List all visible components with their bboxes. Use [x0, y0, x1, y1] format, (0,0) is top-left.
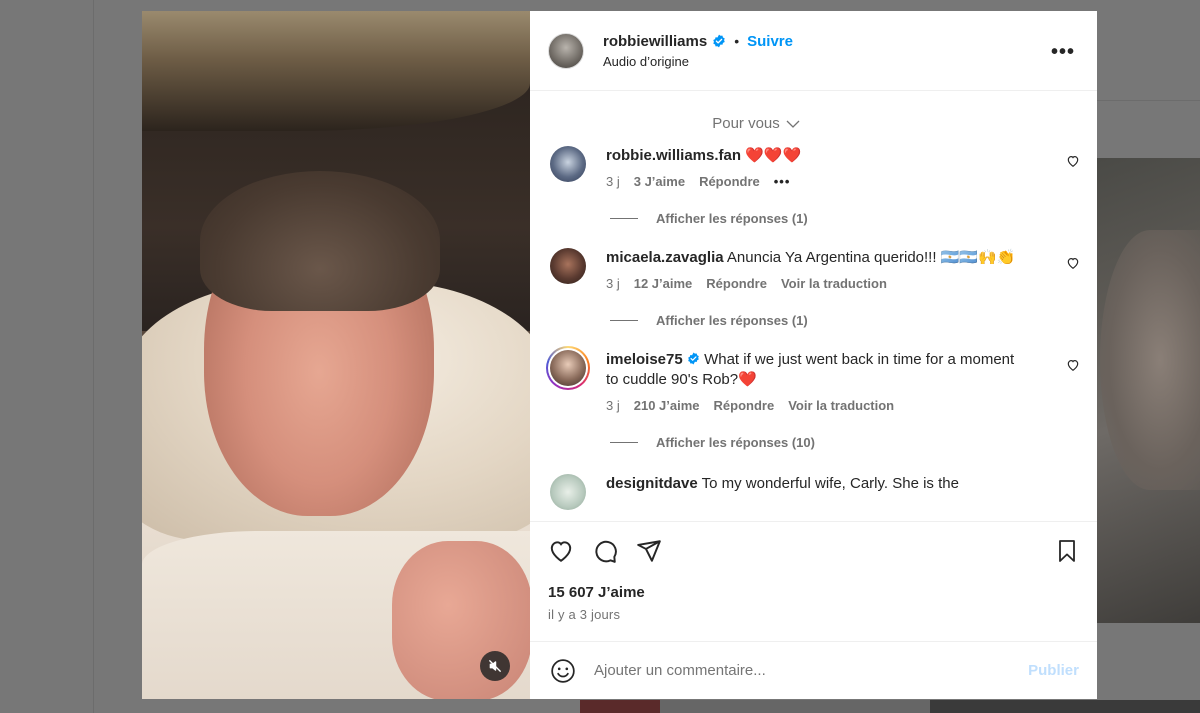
follow-button[interactable]: Suivre	[747, 33, 793, 50]
view-replies-button[interactable]: Afficher les réponses (1)	[610, 211, 1097, 226]
author-avatar[interactable]	[548, 32, 584, 69]
commenter-avatar-story-ring[interactable]	[546, 346, 590, 390]
comment-composer: Publier	[530, 641, 1097, 699]
video-person-hair	[200, 171, 440, 311]
see-translation-button[interactable]: Voir la traduction	[781, 276, 887, 291]
chevron-down-icon	[786, 120, 800, 128]
commenter-username[interactable]: imeloise75	[606, 351, 683, 368]
comment-sort-dropdown[interactable]: Pour vous	[530, 115, 1097, 132]
comment-like-heart-icon[interactable]	[1066, 256, 1080, 270]
view-replies-button[interactable]: Afficher les réponses (10)	[610, 435, 1097, 450]
audio-label[interactable]: Audio d’origine	[603, 54, 793, 69]
author-username[interactable]: robbiewilliams	[603, 33, 707, 50]
post-header: robbiewilliams • Suivre Audio d’origine …	[530, 11, 1097, 91]
see-translation-button[interactable]: Voir la traduction	[788, 398, 894, 413]
reply-button[interactable]: Répondre	[706, 276, 767, 291]
comments-list[interactable]: Pour vous robbie.williams.fan ❤️❤️❤️ 3 j…	[530, 91, 1097, 521]
reply-button[interactable]: Répondre	[699, 174, 760, 189]
comment-bubble-icon[interactable]	[592, 538, 618, 564]
comment-item: micaela.zavaglia Anuncia Ya Argentina qu…	[530, 248, 1097, 291]
view-replies-label: Afficher les réponses (10)	[656, 435, 815, 450]
post-sidebar: robbiewilliams • Suivre Audio d’origine …	[530, 11, 1097, 699]
mute-button[interactable]	[480, 651, 510, 681]
commenter-avatar[interactable]	[550, 474, 586, 510]
speaker-muted-icon	[489, 660, 501, 672]
post-modal: robbiewilliams • Suivre Audio d’origine …	[142, 11, 1097, 699]
commenter-avatar[interactable]	[550, 146, 586, 182]
likes-count[interactable]: 15 607 J’aime	[548, 584, 1079, 601]
view-replies-button[interactable]: Afficher les réponses (1)	[610, 313, 1097, 328]
comment-text: To my wonderful wife, Carly. She is the	[701, 475, 959, 492]
comment-like-heart-icon[interactable]	[1066, 154, 1080, 168]
video-headboard-frame	[142, 11, 530, 131]
video-player[interactable]	[142, 11, 530, 699]
comment-item: designitdave To my wonderful wife, Carly…	[530, 474, 1097, 510]
more-options-button[interactable]: •••	[1051, 41, 1075, 64]
publish-button[interactable]: Publier	[1028, 662, 1079, 679]
comment-age[interactable]: 3 j	[606, 276, 620, 291]
post-actions: 15 607 J’aime il y a 3 jours	[530, 521, 1097, 641]
comment-text: ❤️❤️❤️	[745, 147, 802, 164]
comment-options-button[interactable]: •••	[774, 174, 791, 189]
comment-like-heart-icon[interactable]	[1066, 358, 1080, 372]
commenter-username[interactable]: robbie.williams.fan	[606, 147, 741, 164]
like-heart-icon[interactable]	[548, 538, 574, 564]
video-person-hand	[392, 541, 530, 699]
comment-item: imeloise75 What if we just went back in …	[530, 346, 1097, 413]
commenter-username[interactable]: micaela.zavaglia	[606, 249, 724, 266]
view-replies-label: Afficher les réponses (1)	[656, 313, 808, 328]
comment-likes[interactable]: 3 J’aime	[634, 174, 685, 189]
replies-divider	[610, 442, 638, 443]
reply-button[interactable]: Répondre	[714, 398, 775, 413]
background-thumbnails-row	[580, 700, 1200, 713]
share-paper-plane-icon[interactable]	[636, 538, 662, 564]
comment-input[interactable]	[594, 662, 1029, 679]
comment-likes[interactable]: 210 J’aime	[634, 398, 700, 413]
post-timestamp[interactable]: il y a 3 jours	[548, 607, 1079, 622]
save-bookmark-icon[interactable]	[1055, 538, 1079, 564]
comment-item: robbie.williams.fan ❤️❤️❤️ 3 j 3 J’aime …	[530, 146, 1097, 189]
view-replies-label: Afficher les réponses (1)	[656, 211, 808, 226]
header-separator: •	[734, 33, 740, 49]
comment-age[interactable]: 3 j	[606, 174, 620, 189]
replies-divider	[610, 320, 638, 321]
background-divider	[1097, 100, 1200, 101]
background-thumbnail-face	[1100, 230, 1200, 490]
comment-text: Anuncia Ya Argentina querido!!! 🇦🇷🇦🇷🙌👏	[726, 249, 1016, 266]
verified-badge-icon	[713, 34, 725, 48]
replies-divider	[610, 218, 638, 219]
verified-badge-icon	[688, 352, 699, 365]
comment-age[interactable]: 3 j	[606, 398, 620, 413]
emoji-icon[interactable]	[550, 658, 576, 684]
commenter-username[interactable]: designitdave	[606, 475, 698, 492]
background-divider	[93, 0, 94, 713]
sort-label: Pour vous	[712, 115, 780, 132]
commenter-avatar[interactable]	[550, 248, 586, 284]
comment-likes[interactable]: 12 J’aime	[634, 276, 693, 291]
